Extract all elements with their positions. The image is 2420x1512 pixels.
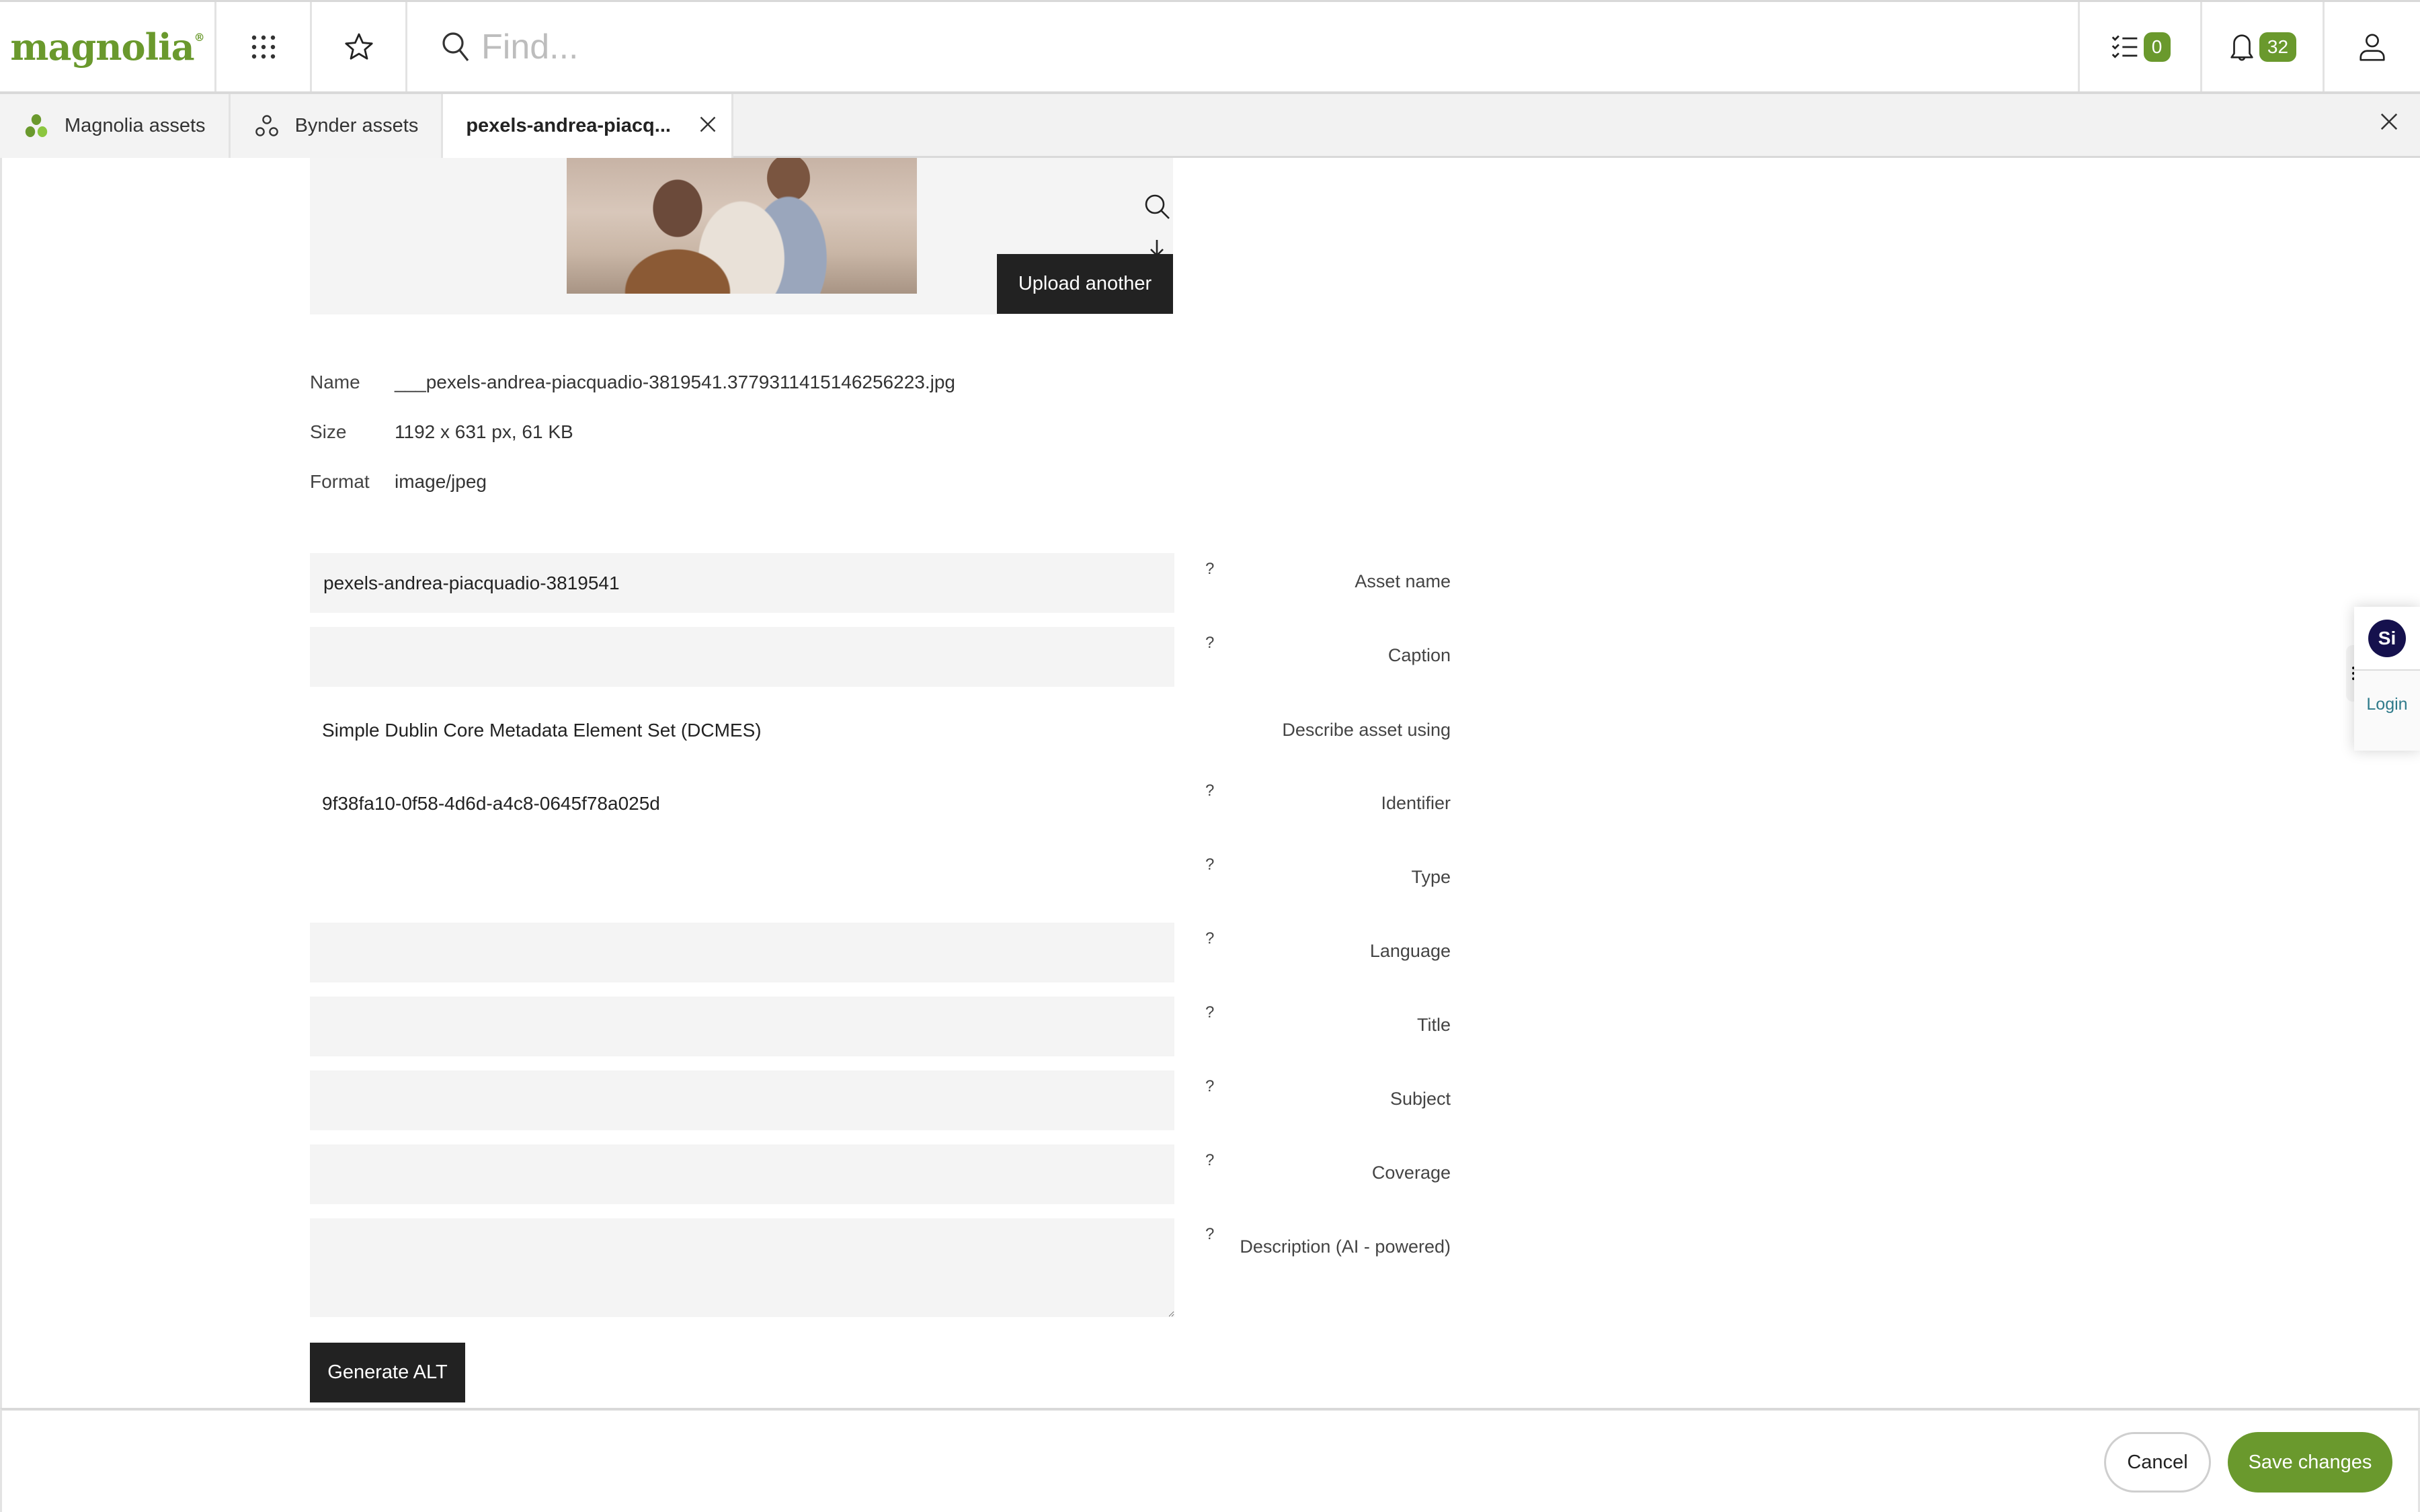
caption-help-icon[interactable]: ? (1205, 634, 1214, 653)
title-help-icon[interactable]: ? (1205, 1003, 1214, 1022)
dialog-footer: Cancel Save changes (0, 1408, 2420, 1512)
caption-label: Caption (1387, 645, 1451, 665)
preview-zoom-button[interactable] (1143, 193, 1170, 221)
image-preview-panel: Upload another (310, 158, 1173, 314)
preview-tools (1143, 158, 1170, 263)
file-info-size: Size 1192 x 631 px, 61 KB (310, 421, 573, 443)
describe-asset-label: Describe asset using (1282, 720, 1451, 740)
asset-name-label: Asset name (1355, 571, 1451, 591)
coverage-field[interactable] (310, 1144, 1174, 1204)
language-field[interactable] (310, 923, 1174, 982)
identifier-label: Identifier (1381, 793, 1451, 813)
logo[interactable]: magnolia® (0, 2, 216, 91)
tab-bynder-assets[interactable]: Bynder assets (230, 94, 444, 158)
file-info-value: image/jpeg (395, 471, 487, 492)
description-help-icon[interactable]: ? (1205, 1225, 1214, 1244)
coverage-help-icon[interactable]: ? (1205, 1151, 1214, 1170)
side-widget-header: Si (2354, 607, 2420, 671)
apps-launcher-button[interactable] (216, 2, 312, 91)
tab-magnolia-assets[interactable]: Magnolia assets (0, 94, 231, 158)
logo-text: magnolia® (10, 25, 204, 69)
type-help-icon[interactable]: ? (1205, 855, 1214, 874)
asset-edit-form: Upload another Name ___pexels-andrea-pia… (0, 158, 2420, 1408)
language-help-icon[interactable]: ? (1205, 929, 1214, 948)
star-icon (344, 33, 373, 60)
search-bar (407, 2, 2080, 91)
asset-name-field[interactable] (310, 553, 1174, 613)
notifications-count-badge: 32 (2259, 32, 2297, 62)
file-info-key: Size (310, 421, 347, 442)
type-label: Type (1411, 867, 1451, 887)
magnolia-assets-icon (23, 113, 50, 140)
identifier-help-icon[interactable]: ? (1205, 782, 1214, 800)
favorites-button[interactable] (312, 2, 407, 91)
close-tab-button[interactable] (698, 112, 718, 140)
user-menu-button[interactable] (2325, 2, 2420, 91)
asset-thumbnail (567, 158, 917, 294)
subject-label: Subject (1389, 1089, 1451, 1109)
search-icon (442, 32, 469, 61)
file-info-name: Name ___pexels-andrea-piacquadio-3819541… (310, 372, 955, 393)
close-icon (700, 116, 716, 132)
identifier-value: 9f38fa10-0f58-4d6d-a4c8-0645f78a025d (322, 793, 660, 814)
avatar[interactable]: Si (2368, 619, 2406, 657)
subject-help-icon[interactable]: ? (1205, 1077, 1214, 1096)
top-header: magnolia® 0 32 (0, 0, 2420, 94)
apps-grid-icon (251, 35, 275, 58)
app-tab-bar: Magnolia assets Bynder assets pexels-and… (0, 94, 2420, 158)
subject-field[interactable] (310, 1070, 1174, 1130)
file-info-key: Name (310, 372, 360, 392)
tab-current-asset[interactable]: pexels-andrea-piacq... (443, 94, 733, 158)
side-login-widget: Si Login (2354, 607, 2420, 751)
tasks-icon (2111, 35, 2137, 58)
description-label: Description (AI - powered) (1240, 1236, 1451, 1257)
file-info-value: 1192 x 631 px, 61 KB (395, 421, 573, 442)
title-field[interactable] (310, 997, 1174, 1056)
language-label: Language (1369, 941, 1451, 961)
tasks-count-badge: 0 (2143, 32, 2171, 62)
cancel-button[interactable]: Cancel (2104, 1432, 2211, 1493)
bynder-assets-icon (253, 113, 280, 140)
notifications-button[interactable]: 32 (2202, 2, 2325, 91)
tasks-button[interactable]: 0 (2080, 2, 2202, 91)
user-icon (2360, 33, 2385, 61)
coverage-label: Coverage (1371, 1163, 1451, 1183)
caption-field[interactable] (310, 627, 1174, 687)
title-label: Title (1416, 1015, 1451, 1035)
close-icon (2380, 113, 2398, 130)
file-info-key: Format (310, 471, 370, 492)
generate-alt-button[interactable]: Generate ALT (310, 1343, 465, 1402)
tab-label: Bynder assets (294, 115, 419, 136)
save-changes-button[interactable]: Save changes (2228, 1432, 2392, 1493)
tab-label: pexels-andrea-piacq... (466, 115, 671, 136)
tab-label: Magnolia assets (65, 115, 206, 136)
search-input[interactable] (481, 26, 1288, 67)
asset-name-help-icon[interactable]: ? (1205, 560, 1214, 579)
login-link[interactable]: Login (2354, 695, 2420, 714)
describe-asset-value[interactable]: Simple Dublin Core Metadata Element Set … (322, 720, 762, 741)
bell-icon (2230, 34, 2253, 60)
upload-another-button[interactable]: Upload another (997, 254, 1173, 314)
zoom-icon (1145, 194, 1170, 219)
close-app-button[interactable] (2378, 109, 2400, 139)
file-info-format: Format image/jpeg (310, 471, 487, 493)
description-textarea[interactable] (310, 1218, 1174, 1317)
file-info-value: ___pexels-andrea-piacquadio-3819541.3779… (395, 372, 955, 392)
